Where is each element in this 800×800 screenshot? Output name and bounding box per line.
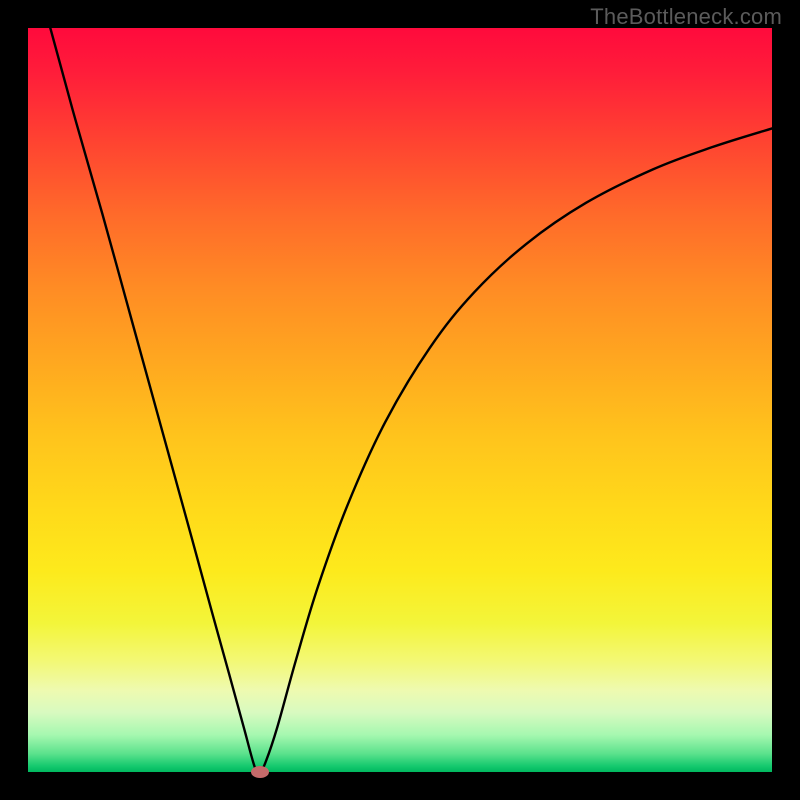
watermark-text: TheBottleneck.com: [590, 4, 782, 30]
minimum-marker: [251, 766, 269, 778]
bottleneck-curve: [50, 28, 772, 772]
curve-svg: [28, 28, 772, 772]
plot-area: [28, 28, 772, 772]
